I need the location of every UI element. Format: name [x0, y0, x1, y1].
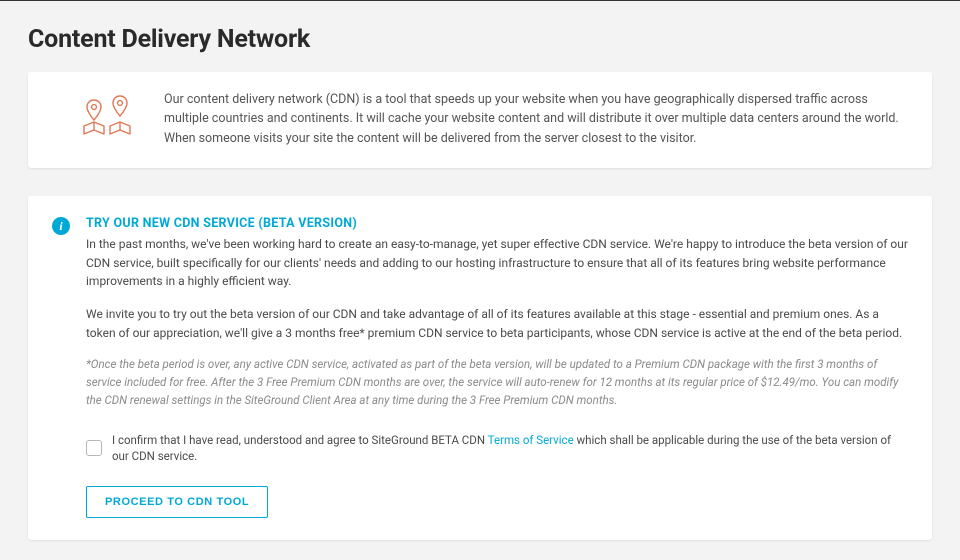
- beta-paragraph-2: We invite you to try out the beta versio…: [86, 305, 908, 342]
- map-pins-icon: [80, 92, 136, 140]
- beta-paragraph-1: In the past months, we've been working h…: [86, 235, 908, 291]
- intro-description: Our content delivery network (CDN) is a …: [164, 90, 908, 148]
- beta-content: TRY OUR NEW CDN SERVICE (BETA VERSION) I…: [86, 216, 908, 518]
- tos-link[interactable]: Terms of Service: [488, 433, 574, 447]
- beta-notice-card: i TRY OUR NEW CDN SERVICE (BETA VERSION)…: [28, 196, 932, 540]
- beta-disclaimer: *Once the beta period is over, any activ…: [86, 356, 908, 409]
- proceed-button[interactable]: PROCEED TO CDN TOOL: [86, 486, 268, 518]
- intro-card: Our content delivery network (CDN) is a …: [28, 72, 932, 168]
- info-icon: i: [52, 217, 70, 235]
- beta-title: TRY OUR NEW CDN SERVICE (BETA VERSION): [86, 216, 908, 231]
- page-title: Content Delivery Network: [28, 25, 932, 54]
- confirm-prefix: I confirm that I have read, understood a…: [112, 433, 488, 447]
- confirm-label: I confirm that I have read, understood a…: [112, 432, 908, 464]
- confirm-row: I confirm that I have read, understood a…: [86, 432, 908, 464]
- tos-checkbox[interactable]: [86, 440, 102, 456]
